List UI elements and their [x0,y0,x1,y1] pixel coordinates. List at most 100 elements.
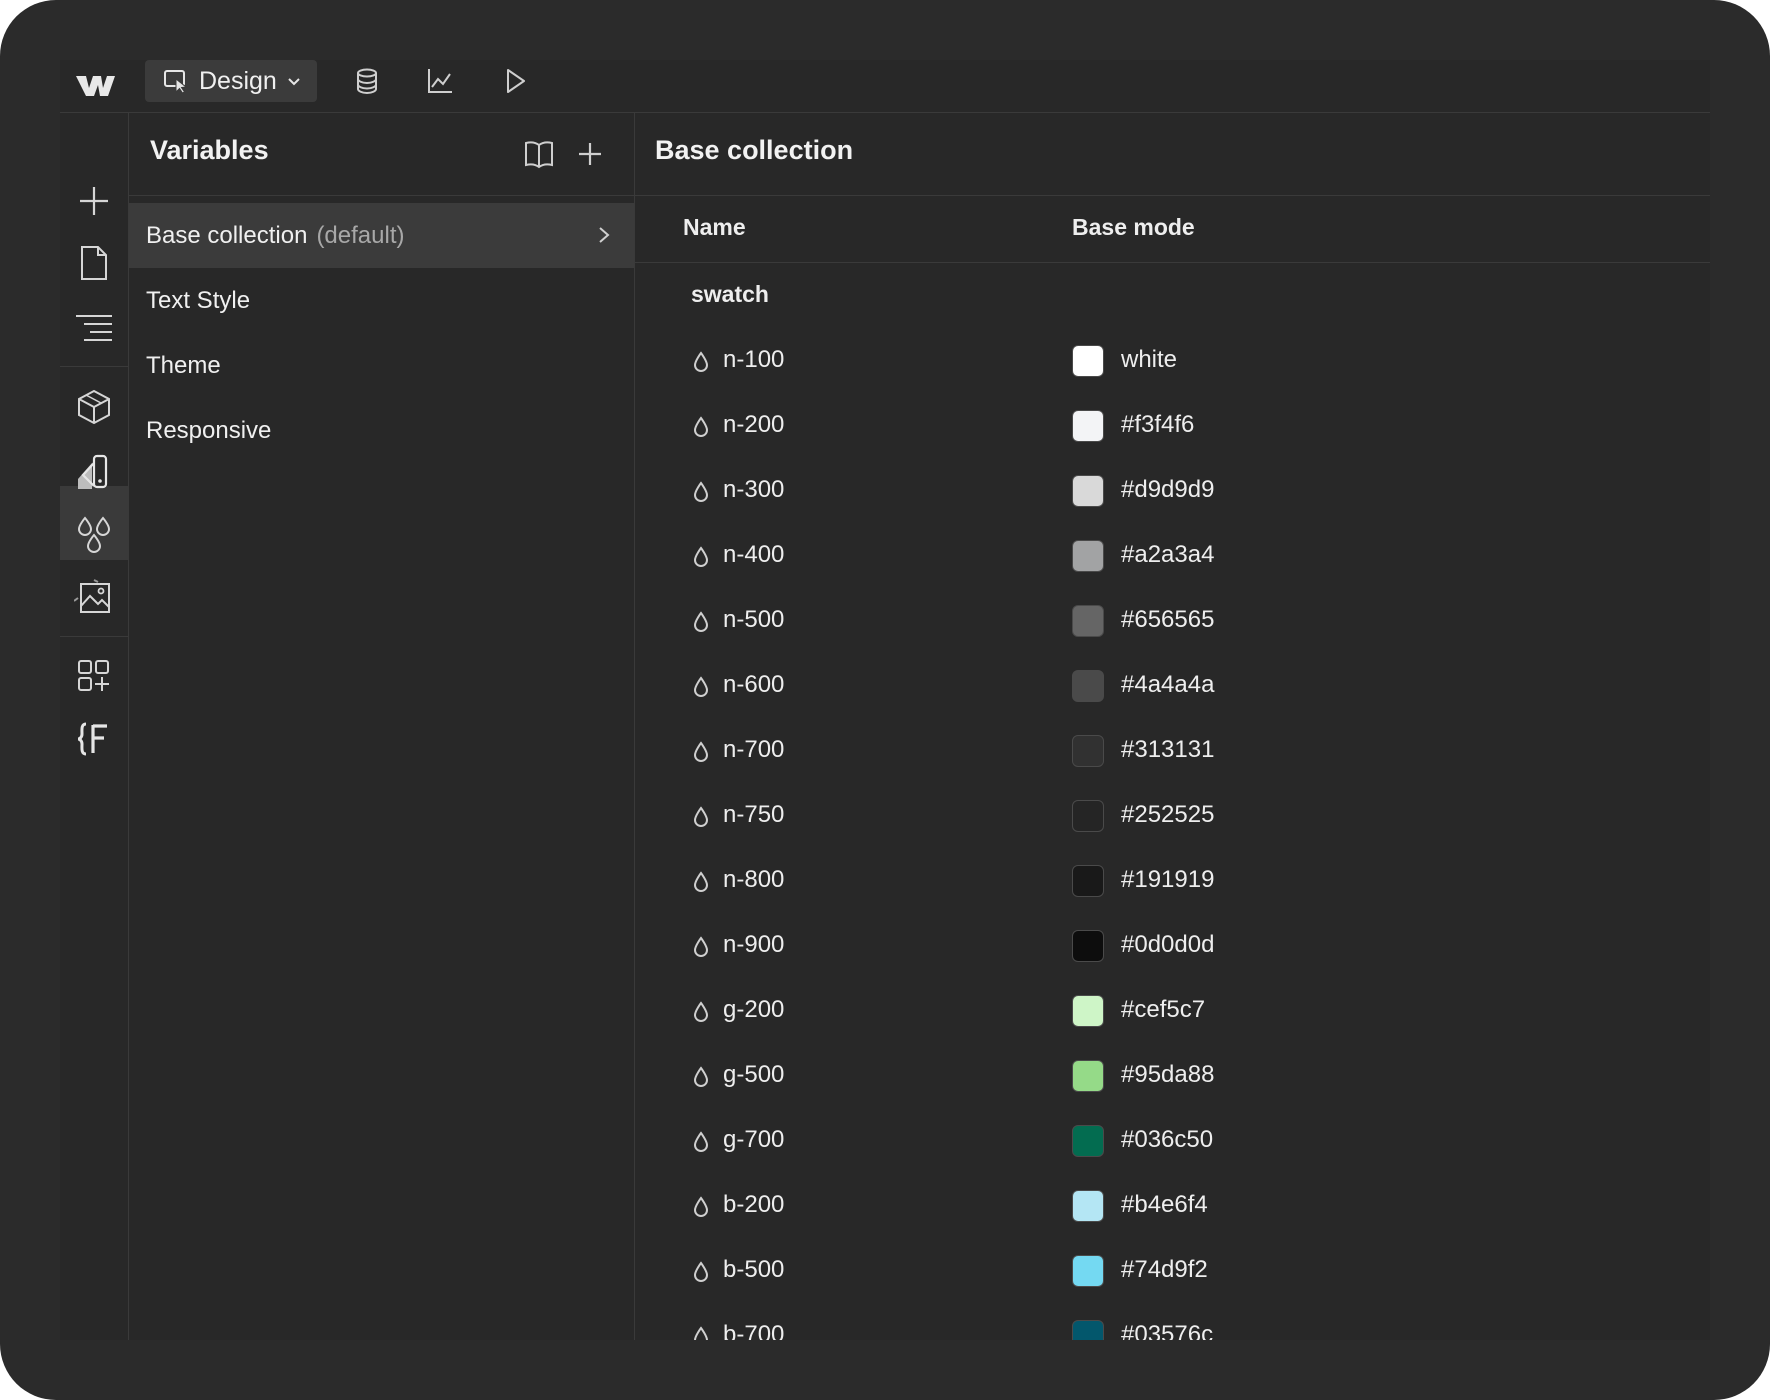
webflow-logo-icon [76,76,115,96]
color-drop-icon [693,806,709,828]
add-icon[interactable] [72,179,116,223]
design-mode-label: Design [199,66,277,95]
variable-row[interactable]: n-200 #f3f4f6 [635,394,1710,459]
left-icon-rail [60,113,129,1340]
column-header-name: Name [683,214,746,240]
variable-row[interactable]: n-900 #0d0d0d [635,914,1710,979]
analytics-chart-icon[interactable] [425,66,455,96]
variable-value[interactable]: #656565 [1121,606,1214,634]
color-swatch[interactable] [1072,605,1104,637]
collection-header: Base collection [635,113,1710,196]
finsweet-attributes-icon[interactable] [72,717,116,761]
variable-name: b-500 [723,1256,785,1283]
color-swatch[interactable] [1072,1255,1104,1287]
variable-name: n-600 [723,671,785,698]
color-swatch[interactable] [1072,930,1104,962]
color-swatch[interactable] [1072,670,1104,702]
collection-item-theme[interactable]: Theme [129,333,634,398]
variable-row[interactable]: n-800 #191919 [635,849,1710,914]
color-swatch[interactable] [1072,475,1104,507]
color-drop-icon [693,1001,709,1023]
collection-item-base[interactable]: Base collection (default) [129,203,634,268]
variable-row[interactable]: n-300 #d9d9d9 [635,459,1710,524]
variable-row[interactable]: g-700 #036c50 [635,1109,1710,1174]
color-drops-icon[interactable] [72,513,116,557]
variable-name: g-500 [723,1061,785,1088]
color-drop-icon [693,351,709,373]
variable-row[interactable]: n-100 white [635,329,1710,394]
color-drop-icon [693,1326,709,1340]
color-swatch[interactable] [1072,995,1104,1027]
variable-value[interactable]: #0d0d0d [1121,931,1214,959]
variable-value[interactable]: #4a4a4a [1121,671,1214,699]
color-swatch[interactable] [1072,1060,1104,1092]
group-label[interactable]: swatch [691,281,769,308]
variable-name: n-100 [723,346,785,373]
variable-name: n-400 [723,541,785,568]
chevron-right-icon [599,227,610,243]
table-header: Name Base mode [635,196,1710,263]
variable-value[interactable]: #cef5c7 [1121,996,1205,1024]
collection-label: Base collection [146,221,308,249]
variable-row[interactable]: g-200 #cef5c7 [635,979,1710,1044]
variables-style-icon[interactable] [72,451,116,495]
variable-value[interactable]: #b4e6f4 [1121,1191,1208,1219]
collection-item-text-style[interactable]: Text Style [129,268,634,333]
color-swatch[interactable] [1072,1190,1104,1222]
color-swatch[interactable] [1072,1125,1104,1157]
design-mode-button[interactable]: Design [145,60,317,102]
variable-row[interactable]: b-200 #b4e6f4 [635,1174,1710,1239]
play-preview-icon[interactable] [500,66,530,96]
variable-value[interactable]: #036c50 [1121,1126,1213,1154]
variables-panel-header: Variables [129,113,634,196]
collection-label: Theme [146,351,221,379]
variable-value[interactable]: #252525 [1121,801,1214,829]
variable-name: b-700 [723,1321,785,1340]
color-swatch[interactable] [1072,410,1104,442]
variable-value[interactable]: #f3f4f6 [1121,411,1194,439]
variable-value[interactable]: #03576c [1121,1321,1213,1340]
components-cube-icon[interactable] [72,385,116,429]
variable-name: n-900 [723,931,785,958]
color-drop-icon [693,1131,709,1153]
color-swatch[interactable] [1072,540,1104,572]
variable-row[interactable]: n-600 #4a4a4a [635,654,1710,719]
variable-value[interactable]: #74d9f2 [1121,1256,1208,1284]
database-icon[interactable] [352,66,382,96]
color-swatch[interactable] [1072,865,1104,897]
book-docs-icon[interactable] [523,139,555,169]
variable-row[interactable]: b-500 #74d9f2 [635,1239,1710,1304]
color-drop-icon [693,741,709,763]
variable-value[interactable]: #95da88 [1121,1061,1214,1089]
variable-value[interactable]: #d9d9d9 [1121,476,1214,504]
variable-name: g-700 [723,1126,785,1153]
apps-grid-icon[interactable] [72,654,116,698]
variable-value[interactable]: #a2a3a4 [1121,541,1214,569]
color-swatch[interactable] [1072,735,1104,767]
variable-value[interactable]: #313131 [1121,736,1214,764]
variable-row[interactable]: b-700 #03576c [635,1304,1710,1340]
color-drop-icon [693,871,709,893]
variable-name: n-700 [723,736,785,763]
color-drop-icon [693,936,709,958]
app-window: Design Variables Base collection (defaul… [60,60,1710,1340]
navigator-icon[interactable] [72,305,116,349]
variable-name: n-200 [723,411,785,438]
variable-row[interactable]: g-500 #95da88 [635,1044,1710,1109]
color-swatch[interactable] [1072,345,1104,377]
color-swatch[interactable] [1072,800,1104,832]
variable-value[interactable]: #191919 [1121,866,1214,894]
add-collection-icon[interactable] [577,141,603,167]
pages-icon[interactable] [72,241,116,285]
variable-row[interactable]: n-700 #313131 [635,719,1710,784]
collection-item-responsive[interactable]: Responsive [129,398,634,463]
panel-title: Variables [150,135,269,165]
variable-row[interactable]: n-500 #656565 [635,589,1710,654]
variable-row[interactable]: n-400 #a2a3a4 [635,524,1710,589]
window-frame: Design Variables Base collection (defaul… [0,0,1770,1400]
variable-name: g-200 [723,996,785,1023]
variable-value[interactable]: white [1121,346,1177,374]
variable-row[interactable]: n-750 #252525 [635,784,1710,849]
assets-image-icon[interactable] [72,576,116,620]
color-swatch[interactable] [1072,1320,1104,1340]
